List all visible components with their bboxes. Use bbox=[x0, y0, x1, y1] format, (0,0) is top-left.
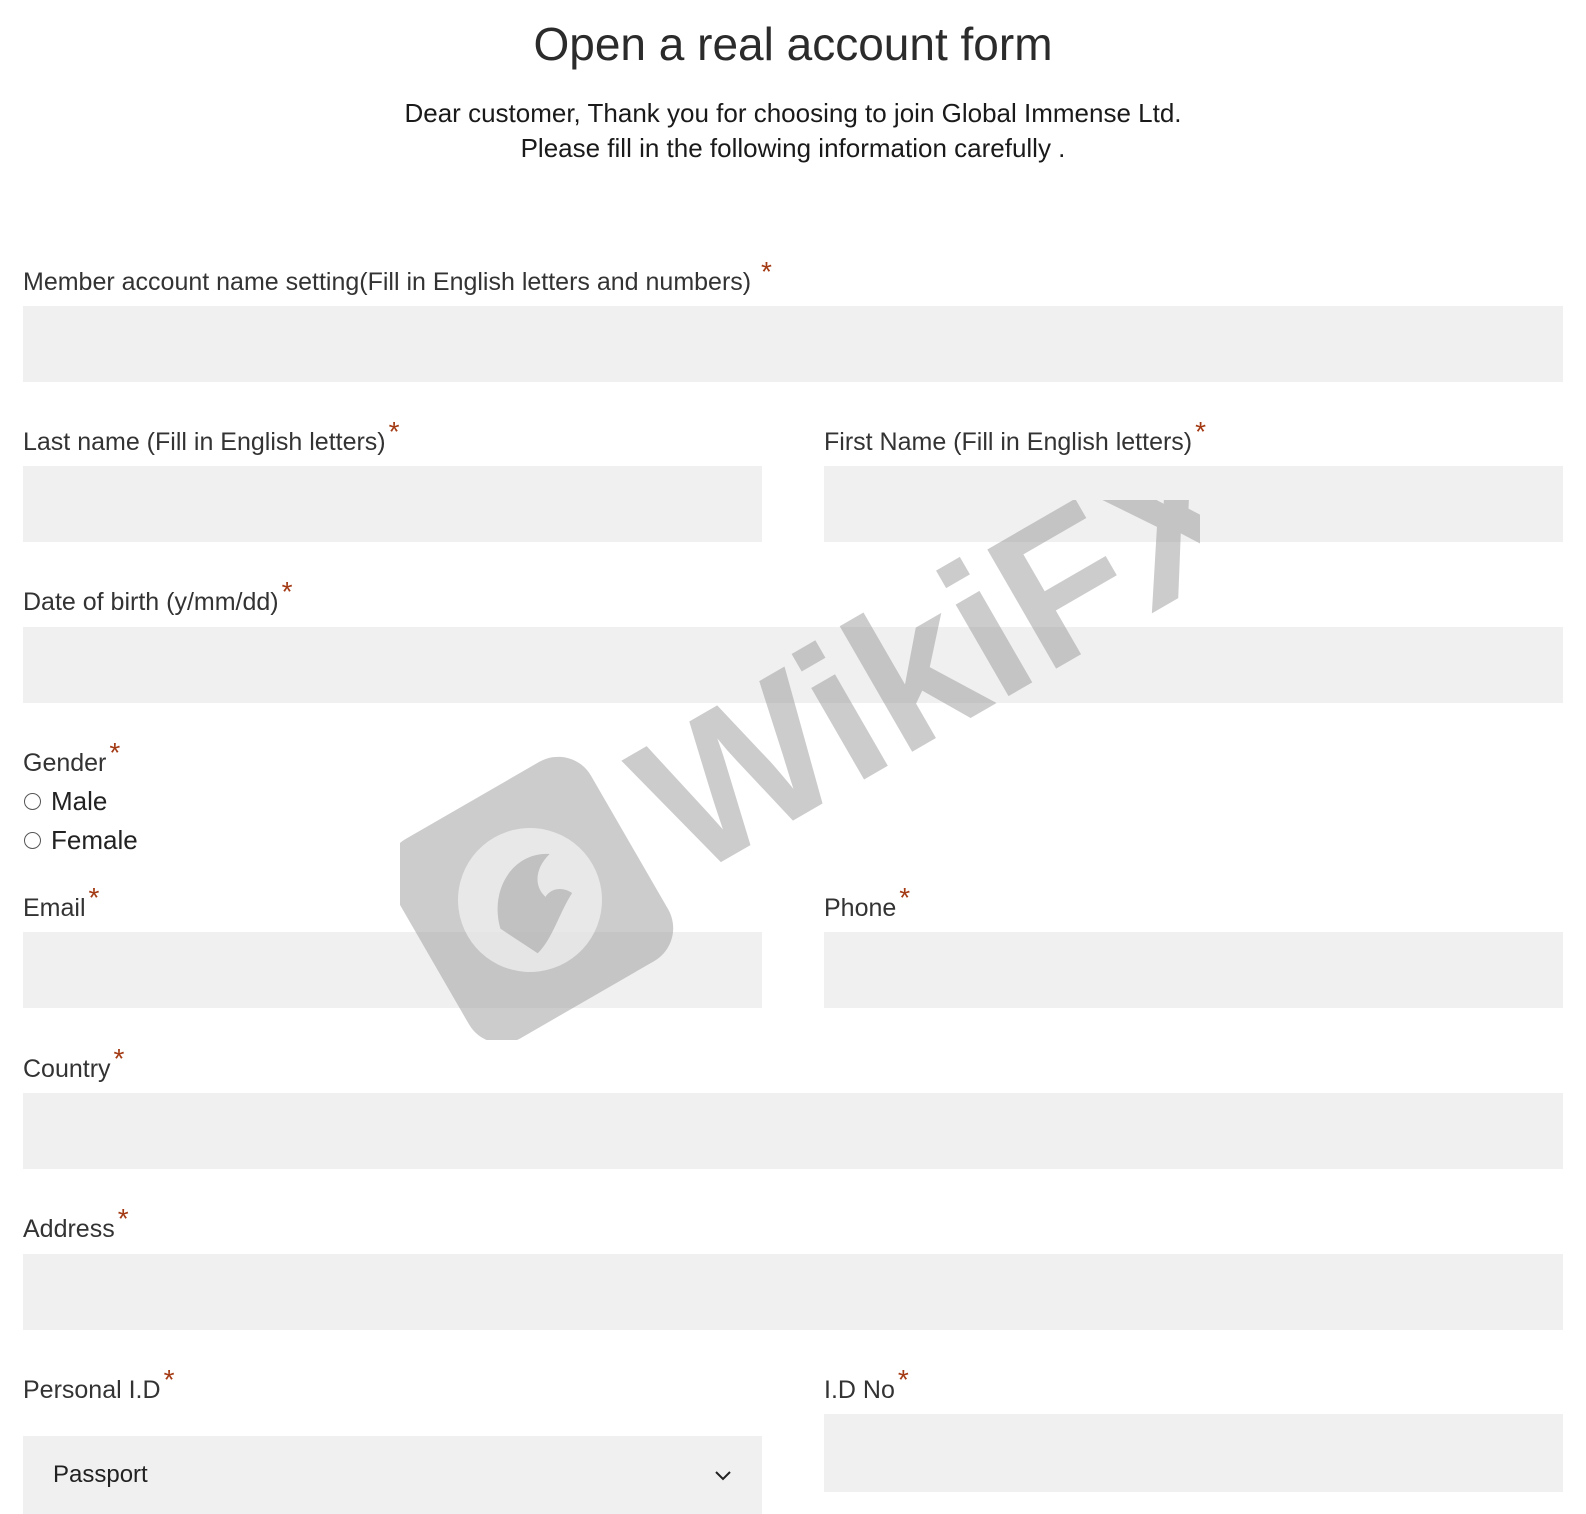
personal-id-select[interactable]: Passport bbox=[23, 1436, 762, 1514]
phone-label-text: Phone bbox=[824, 894, 897, 922]
phone-input[interactable] bbox=[824, 932, 1563, 1008]
country-label-text: Country bbox=[23, 1055, 111, 1083]
required-mark: * bbox=[388, 416, 400, 447]
address-label: Address * bbox=[23, 1204, 129, 1244]
personal-id-label: Personal I.D * bbox=[23, 1365, 174, 1405]
gender-label-text: Gender bbox=[23, 749, 107, 777]
chevron-down-icon bbox=[715, 1471, 731, 1481]
required-mark: * bbox=[117, 1203, 129, 1234]
email-input[interactable] bbox=[23, 932, 762, 1008]
personal-id-label-text: Personal I.D bbox=[23, 1376, 161, 1404]
required-mark: * bbox=[163, 1364, 175, 1395]
email-label-text: Email bbox=[23, 894, 86, 922]
intro-text-line-1: Dear customer, Thank you for choosing to… bbox=[404, 98, 1182, 128]
gender-option-male[interactable]: Male bbox=[23, 786, 107, 816]
country-input[interactable] bbox=[23, 1093, 1563, 1169]
gender-label: Gender * bbox=[23, 738, 120, 778]
required-mark: * bbox=[1195, 416, 1207, 447]
required-mark: * bbox=[109, 737, 121, 768]
required-mark: * bbox=[897, 1364, 909, 1395]
radio-male[interactable] bbox=[24, 792, 41, 810]
required-mark: * bbox=[281, 576, 293, 607]
last-name-label-text: Last name (Fill in English letters) bbox=[23, 428, 386, 456]
required-mark: * bbox=[113, 1043, 125, 1074]
email-label: Email * bbox=[23, 883, 99, 923]
member-account-label-text: Member account name setting(Fill in Engl… bbox=[23, 268, 759, 296]
dob-input[interactable] bbox=[23, 627, 1563, 703]
dob-label: Date of birth (y/mm/dd) * bbox=[23, 577, 293, 617]
member-account-label: Member account name setting(Fill in Engl… bbox=[23, 257, 772, 297]
required-mark: * bbox=[899, 882, 911, 913]
address-input[interactable] bbox=[23, 1254, 1563, 1330]
id-no-label-text: I.D No bbox=[824, 1376, 895, 1404]
first-name-label: First Name (Fill in English letters) * bbox=[824, 417, 1206, 457]
last-name-label: Last name (Fill in English letters) * bbox=[23, 417, 400, 457]
member-account-input[interactable] bbox=[23, 306, 1563, 382]
page-title: Open a real account form bbox=[533, 18, 1053, 70]
required-mark: * bbox=[88, 882, 100, 913]
gender-option-male-label: Male bbox=[51, 785, 108, 816]
country-label: Country * bbox=[23, 1044, 124, 1084]
required-mark: * bbox=[761, 256, 772, 287]
last-name-input[interactable] bbox=[23, 466, 762, 542]
intro-text-line-2: Please fill in the following information… bbox=[520, 133, 1066, 163]
gender-option-female-label: Female bbox=[51, 824, 138, 855]
first-name-label-text: First Name (Fill in English letters) bbox=[824, 428, 1193, 456]
watermark-text: WikiFX bbox=[600, 500, 1200, 917]
phone-label: Phone * bbox=[824, 883, 910, 923]
radio-female[interactable] bbox=[24, 831, 41, 849]
address-label-text: Address bbox=[23, 1215, 115, 1243]
id-no-label: I.D No * bbox=[824, 1365, 909, 1405]
id-no-input[interactable] bbox=[824, 1414, 1563, 1492]
first-name-input[interactable] bbox=[824, 466, 1563, 542]
dob-label-text: Date of birth (y/mm/dd) bbox=[23, 588, 279, 616]
gender-option-female[interactable]: Female bbox=[23, 825, 138, 855]
personal-id-selected-value: Passport bbox=[53, 1461, 148, 1488]
